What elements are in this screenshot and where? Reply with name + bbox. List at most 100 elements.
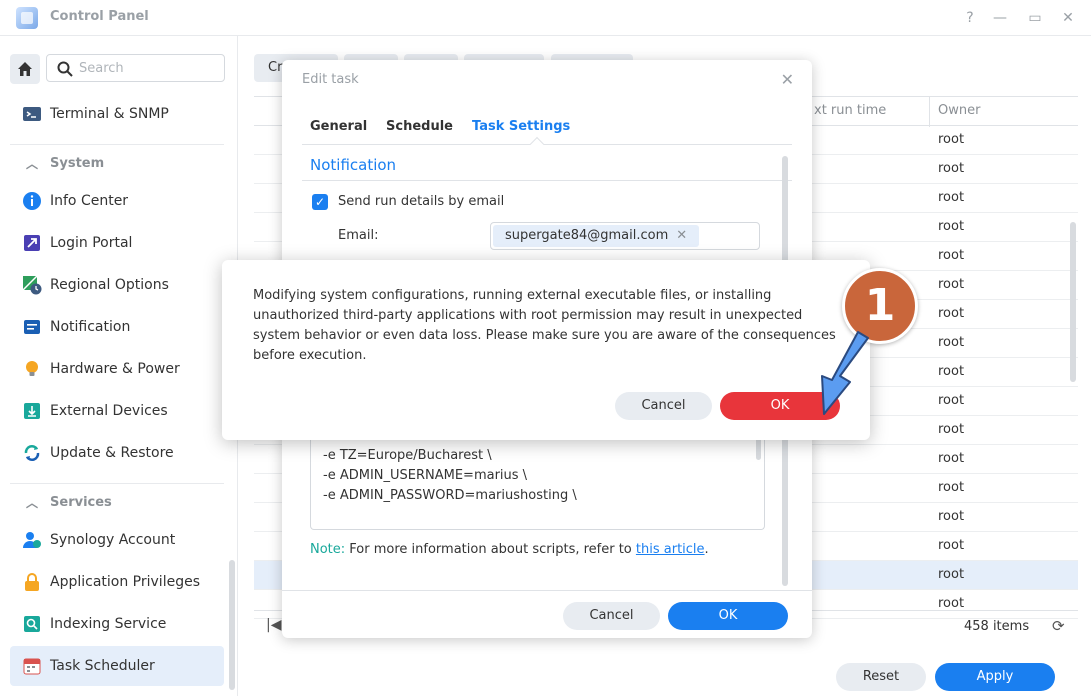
sidebar-item-notification[interactable]: Notification [10,307,224,347]
warning-dialog: Modifying system configurations, running… [222,260,870,440]
email-value: supergate84@gmail.com [505,228,669,243]
calendar-icon [23,658,41,675]
help-icon[interactable]: ? [960,8,980,28]
update-restore-icon [24,445,40,461]
window-title: Control Panel [50,9,149,24]
owner-cell: root [938,132,965,147]
lightbulb-icon [26,361,38,376]
login-portal-icon [24,235,40,251]
owner-cell: root [938,567,965,582]
sidebar-scrollbar[interactable] [229,560,235,690]
section-system[interactable]: ︿ System [10,145,224,181]
divider [282,590,812,591]
tab-general[interactable]: General [310,119,367,134]
first-page-icon[interactable]: |◀ [266,617,281,633]
apply-button[interactable]: Apply [935,663,1055,691]
minimize-icon[interactable]: — [990,8,1010,28]
section-services[interactable]: ︿ Services [10,484,224,520]
grid-scrollbar[interactable] [1070,222,1076,382]
pointer-arrow-icon [821,331,869,415]
owner-cell: root [938,596,965,611]
tab-task-settings[interactable]: Task Settings [472,119,570,134]
indexing-icon [24,616,40,632]
sidebar-item-label: Task Scheduler [50,658,155,674]
sidebar-item-terminal-snmp[interactable]: Terminal & SNMP [10,94,224,134]
info-icon [23,192,41,210]
warning-message: Modifying system configurations, running… [253,288,836,363]
sidebar-item-indexing-service[interactable]: Indexing Service [10,604,224,644]
close-icon[interactable]: ✕ [781,70,794,89]
owner-cell: root [938,480,965,495]
owner-cell: root [938,190,965,205]
refresh-icon[interactable]: ⟳ [1052,617,1065,635]
sidebar-item-label: Synology Account [50,532,176,548]
section-label: System [50,155,105,171]
send-email-checkbox[interactable]: ✓ [312,194,328,210]
home-button[interactable] [10,54,40,84]
owner-cell: root [938,538,965,553]
column-divider [929,97,930,127]
chevron-up-icon: ︿ [26,156,39,171]
notification-heading: Notification [310,156,397,174]
owner-cell: root [938,393,965,408]
warning-cancel-button[interactable]: Cancel [615,392,712,420]
sidebar-item-update-restore[interactable]: Update & Restore [10,433,224,473]
article-link[interactable]: this article [636,542,705,557]
owner-cell: root [938,161,965,176]
sidebar-item-label: Hardware & Power [50,361,180,377]
sidebar-item-label: Notification [50,319,131,335]
maximize-icon[interactable]: ▭ [1025,8,1045,28]
script-line: -e TZ=Europe/Bucharest \ [323,448,492,463]
regional-options-icon [22,275,42,295]
lock-icon [25,573,39,591]
sidebar-item-synology-account[interactable]: Synology Account [10,520,224,560]
close-icon[interactable]: ✕ [1058,8,1078,28]
sidebar-item-label: External Devices [50,403,168,419]
search-field[interactable] [46,54,225,82]
owner-cell: root [938,364,965,379]
sidebar: Terminal & SNMP ︿ System Info Center Log… [0,36,238,696]
tab-bar: General Schedule Task Settings [302,115,792,152]
sidebar-item-task-scheduler[interactable]: Task Scheduler [10,646,224,686]
external-devices-icon [24,403,40,419]
owner-cell: root [938,277,965,292]
remove-icon[interactable]: ✕ [676,228,687,243]
owner-cell: root [938,451,965,466]
note-end: . [704,542,709,557]
owner-cell: root [938,219,965,234]
sidebar-item-info-center[interactable]: Info Center [10,181,224,221]
reset-button[interactable]: Reset [836,663,926,691]
script-note: Note: For more information about scripts… [310,542,709,557]
email-field[interactable]: supergate84@gmail.com ✕ [490,222,760,250]
notification-icon [24,320,40,334]
sidebar-item-external-devices[interactable]: External Devices [10,391,224,431]
note-label: Note: [310,542,346,557]
column-next-run-time[interactable]: xt run time [814,103,886,118]
script-line: -e ADMIN_PASSWORD=mariushosting \ [323,488,577,503]
sidebar-item-regional-options[interactable]: Regional Options [10,265,224,305]
tab-schedule[interactable]: Schedule [386,119,453,134]
sidebar-item-hardware-power[interactable]: Hardware & Power [10,349,224,389]
cancel-button[interactable]: Cancel [563,602,660,630]
owner-cell: root [938,509,965,524]
note-text: For more information about scripts, refe… [345,542,636,557]
column-owner[interactable]: Owner [938,103,980,118]
section-label: Services [50,494,112,510]
owner-cell: root [938,306,965,321]
items-count: 458 items [964,619,1030,634]
chevron-up-icon: ︿ [26,495,39,510]
sidebar-item-login-portal[interactable]: Login Portal [10,223,224,263]
search-input[interactable] [79,59,219,77]
title-bar: Control Panel ? — ▭ ✕ [0,0,1091,36]
sidebar-item-label: Update & Restore [50,445,174,461]
owner-cell: root [938,335,965,350]
email-chip: supergate84@gmail.com ✕ [493,225,700,247]
email-label: Email: [338,228,379,243]
sidebar-item-label: Indexing Service [50,616,167,632]
script-line: -e ADMIN_USERNAME=marius \ [323,468,528,483]
sidebar-item-application-privileges[interactable]: Application Privileges [10,562,224,602]
active-tab-indicator [529,136,545,152]
ok-button[interactable]: OK [668,602,788,630]
send-email-label: Send run details by email [338,194,505,209]
home-icon [18,62,32,76]
